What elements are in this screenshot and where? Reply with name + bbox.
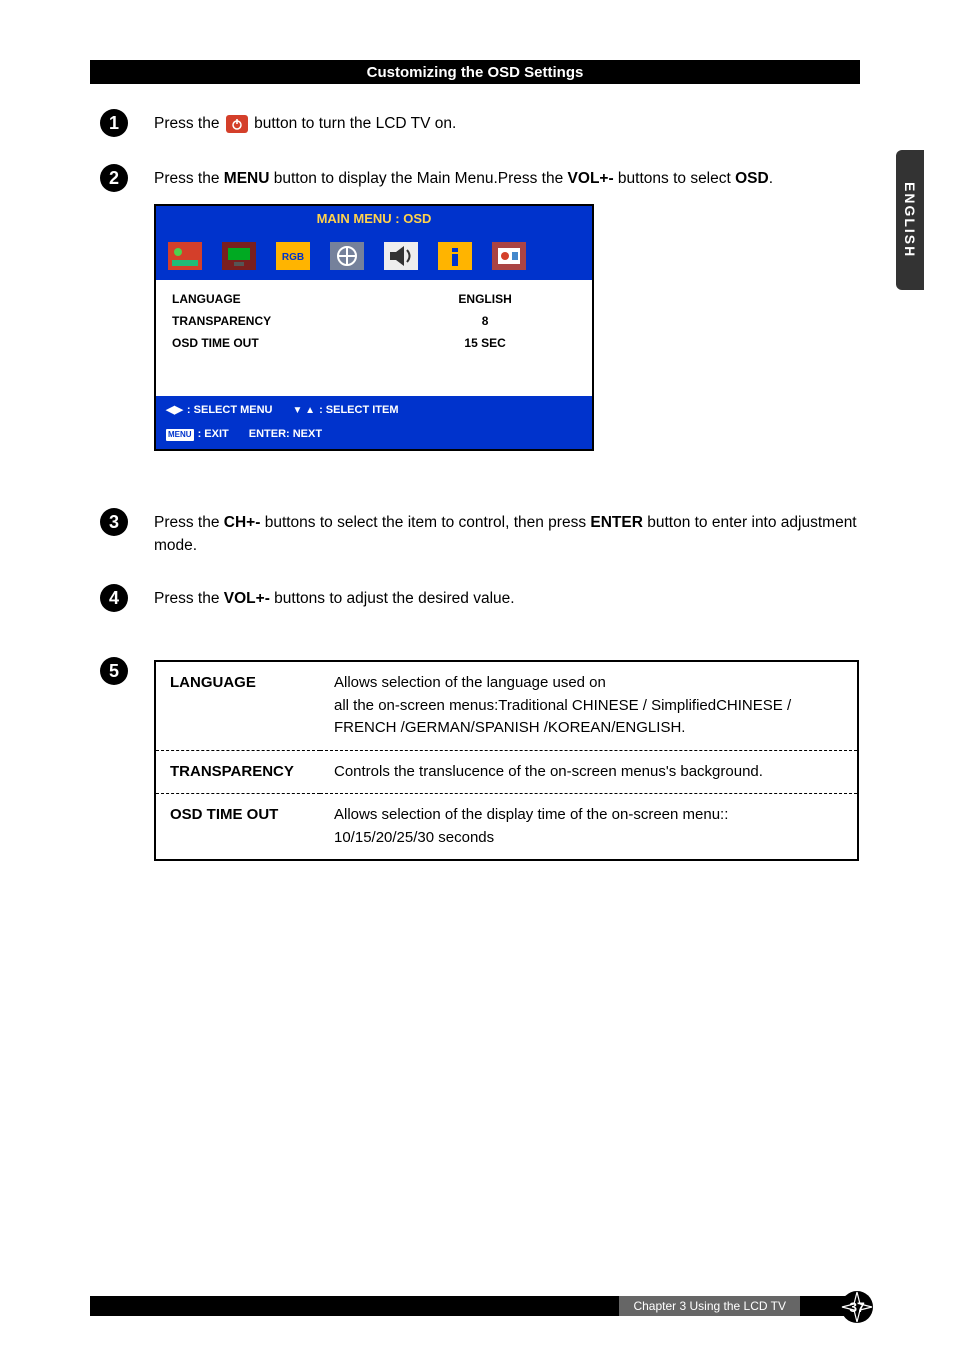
step-3-ch: CH+- xyxy=(224,514,261,531)
def-term-0: LANGUAGE xyxy=(155,661,320,750)
osd-hint-exit-text: : EXIT xyxy=(198,426,229,443)
step-number-1-icon: 1 xyxy=(100,109,128,137)
content-area: 1 Press the button to turn the LCD TV on… xyxy=(100,112,860,891)
osd-settings-panel: LANGUAGE TRANSPARENCY OSD TIME OUT ENGLI… xyxy=(156,280,592,396)
table-row: TRANSPARENCY Controls the translucence o… xyxy=(155,750,858,794)
def-desc-0: Allows selection of the language used on… xyxy=(320,661,858,750)
menu-badge-icon: MENU xyxy=(166,429,194,441)
step-5-body: LANGUAGE Allows selection of the languag… xyxy=(154,660,860,861)
svg-text:4: 4 xyxy=(109,588,119,608)
osd-row-value-1: 8 xyxy=(394,312,576,330)
arrow-left-right-icon xyxy=(166,402,183,419)
osd-values-col: ENGLISH 8 15 SEC xyxy=(394,290,576,356)
osd-row-label-2: OSD TIME OUT xyxy=(172,334,394,352)
footer-bar: Chapter 3 Using the LCD TV xyxy=(90,1296,860,1316)
osd-tab-osd-icon xyxy=(328,240,366,272)
step-2: 2 Press the MENU button to display the M… xyxy=(100,167,860,451)
osd-row-value-0: ENGLISH xyxy=(394,290,576,308)
def-desc-1: Controls the translucence of the on-scre… xyxy=(320,750,858,794)
osd-tab-sun-icon xyxy=(490,240,528,272)
osd-hint-select-item: : SELECT ITEM xyxy=(292,402,398,419)
step-2-osd: OSD xyxy=(735,170,769,187)
step-2-vol: VOL+- xyxy=(568,170,614,187)
osd-tab-rgb-icon: RGB xyxy=(274,240,312,272)
svg-text:3: 3 xyxy=(109,512,119,532)
osd-row-value-2: 15 SEC xyxy=(394,334,576,352)
osd-hint-select-menu-text: : SELECT MENU xyxy=(187,402,273,419)
step-3: 3 Press the CH+- buttons to select the i… xyxy=(100,511,860,558)
def-term-2: OSD TIME OUT xyxy=(155,794,320,861)
osd-hint-select-item-text: : SELECT ITEM xyxy=(319,402,398,419)
step-1: 1 Press the button to turn the LCD TV on… xyxy=(100,112,860,137)
step-1-pre: Press the xyxy=(154,115,224,132)
step-2-t1: Press the xyxy=(154,170,224,187)
step-2-menu: MENU xyxy=(224,170,270,187)
osd-tab-info-icon xyxy=(436,240,474,272)
step-2-t2: button to display the Main Menu.Press th… xyxy=(269,170,567,187)
step-number-2-icon: 2 xyxy=(100,164,128,192)
language-side-tab-label: ENGLISH xyxy=(902,182,918,258)
step-3-t1: Press the xyxy=(154,514,224,531)
osd-labels-col: LANGUAGE TRANSPARENCY OSD TIME OUT xyxy=(172,290,394,356)
step-2-t3: buttons to select xyxy=(614,170,736,187)
table-row: OSD TIME OUT Allows selection of the dis… xyxy=(155,794,858,861)
step-3-t2: buttons to select the item to control, t… xyxy=(260,514,590,531)
step-4-t2: buttons to adjust the desired value. xyxy=(270,590,515,607)
svg-text:RGB: RGB xyxy=(282,252,304,263)
step-1-text: Press the button to turn the LCD TV on. xyxy=(154,112,860,135)
step-number-3-icon: 3 xyxy=(100,508,128,536)
step-2-t4: . xyxy=(769,170,773,187)
osd-hint-exit: MENU : EXIT xyxy=(166,426,229,443)
page-title: Customizing the OSD Settings xyxy=(367,64,584,81)
table-row: LANGUAGE Allows selection of the languag… xyxy=(155,661,858,750)
svg-text:1: 1 xyxy=(109,113,119,133)
page-number-badge: 37 xyxy=(840,1290,874,1324)
osd-row-label-0: LANGUAGE xyxy=(172,290,394,308)
def-desc-2: Allows selection of the display time of … xyxy=(320,794,858,861)
osd-title: MAIN MENU : OSD xyxy=(156,206,592,232)
language-side-tab: ENGLISH xyxy=(896,150,924,290)
power-icon xyxy=(226,115,248,133)
arrow-up-down-icon xyxy=(292,402,315,419)
osd-row-label-1: TRANSPARENCY xyxy=(172,312,394,330)
osd-preview: MAIN MENU : OSD RGB xyxy=(154,204,594,451)
step-4-t1: Press the xyxy=(154,590,224,607)
step-3-enter: ENTER xyxy=(590,514,643,531)
svg-text:5: 5 xyxy=(109,661,119,681)
osd-hint-select-menu: : SELECT MENU xyxy=(166,402,272,419)
step-4-vol: VOL+- xyxy=(224,590,270,607)
osd-tab-speaker-icon xyxy=(382,240,420,272)
osd-tab-screen-icon xyxy=(220,240,258,272)
def-term-1: TRANSPARENCY xyxy=(155,750,320,794)
osd-footer: : SELECT MENU : SELECT ITEM MENU : EXIT E… xyxy=(156,396,592,449)
step-number-5-icon: 5 xyxy=(100,657,128,685)
step-number-4-icon: 4 xyxy=(100,584,128,612)
step-3-text: Press the CH+- buttons to select the ite… xyxy=(154,511,860,558)
step-2-text: Press the MENU button to display the Mai… xyxy=(154,167,860,451)
osd-tab-picture-icon xyxy=(166,240,204,272)
step-4: 4 Press the VOL+- buttons to adjust the … xyxy=(100,587,860,612)
step-5: 5 LANGUAGE Allows selection of the langu… xyxy=(100,660,860,861)
definitions-table: LANGUAGE Allows selection of the languag… xyxy=(154,660,859,861)
svg-text:2: 2 xyxy=(109,168,119,188)
header-bar: Customizing the OSD Settings xyxy=(90,60,860,84)
page-number: 37 xyxy=(849,1299,865,1315)
osd-hint-next-text: ENTER: NEXT xyxy=(249,426,322,443)
osd-hint-next: ENTER: NEXT xyxy=(249,426,322,443)
step-4-text: Press the VOL+- buttons to adjust the de… xyxy=(154,587,860,610)
step-1-post: button to turn the LCD TV on. xyxy=(254,115,456,132)
chapter-label: Chapter 3 Using the LCD TV xyxy=(619,1296,800,1316)
osd-icon-row: RGB xyxy=(156,232,592,280)
